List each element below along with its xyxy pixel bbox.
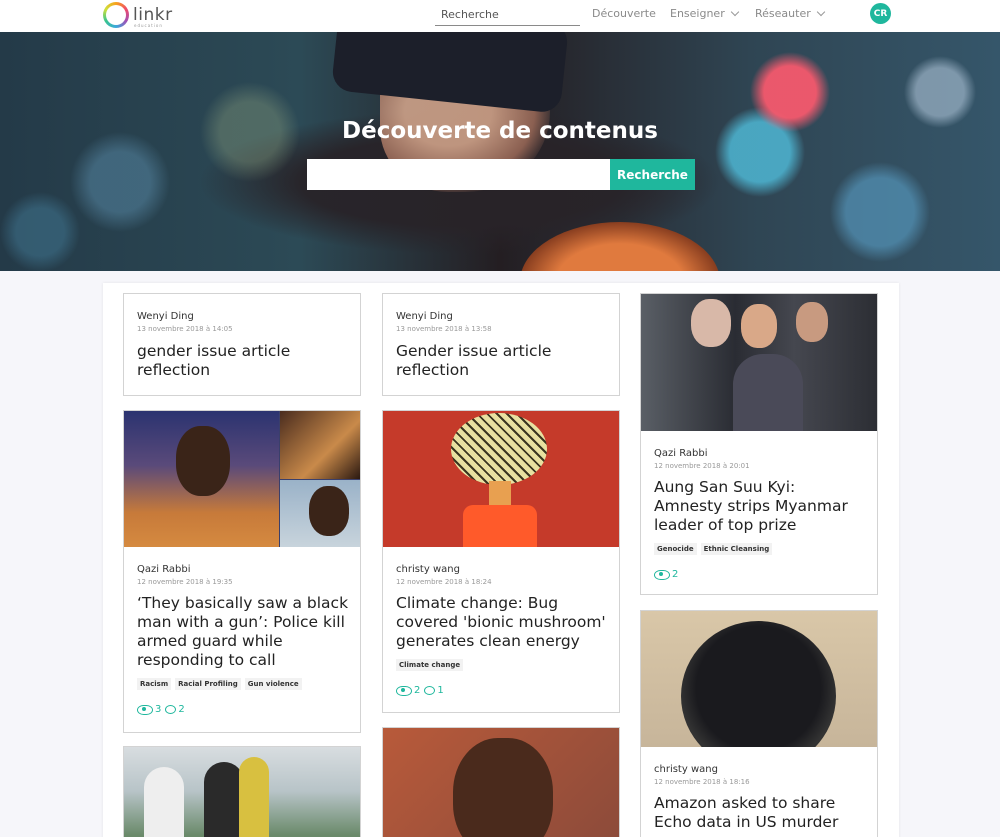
card-title[interactable]: ‘They basically saw a black man with a g… [137, 594, 350, 670]
card-author[interactable]: Qazi Rabbi [654, 448, 708, 459]
card-author[interactable]: Qazi Rabbi [137, 564, 191, 575]
view-count: 3 [155, 704, 162, 715]
card-date: 12 novembre 2018 à 18:24 [396, 578, 492, 586]
content-card[interactable] [382, 727, 620, 837]
logo-subtitle: education [134, 23, 163, 28]
content-card[interactable]: christy wang 12 novembre 2018 à 18:24 Cl… [382, 410, 620, 713]
view-count: 2 [672, 569, 679, 580]
card-title[interactable]: gender issue article reflection [137, 342, 350, 380]
card-thumbnail-image[interactable] [641, 294, 877, 431]
logo-ring-icon [103, 2, 129, 28]
thumbnail-person-shape [204, 762, 244, 837]
user-avatar[interactable]: CR [870, 3, 891, 24]
comment-icon [165, 705, 177, 714]
tag[interactable]: Racism [137, 678, 172, 690]
card-author[interactable]: christy wang [654, 764, 718, 775]
card-thumbnail-image[interactable] [383, 728, 619, 837]
thumbnail-person-shape [691, 299, 731, 347]
card-date: 13 novembre 2018 à 13:58 [396, 325, 492, 333]
eye-icon [396, 685, 412, 696]
thumbnail-person-shape [176, 426, 230, 496]
nav-enseigner-label: Enseigner [670, 7, 725, 20]
hero-shoulder-shape [520, 222, 720, 271]
nav-search-input[interactable] [435, 4, 580, 26]
card-thumbnail-image[interactable] [383, 411, 619, 547]
content-card[interactable]: Wenyi Ding 13 novembre 2018 à 14:05 gend… [123, 293, 361, 396]
nav-decouverte-label: Découverte [592, 7, 656, 20]
card-stats: 3 2 [137, 704, 185, 715]
card-date: 12 novembre 2018 à 20:01 [654, 462, 750, 470]
card-thumbnail-image[interactable] [641, 611, 877, 747]
content-card[interactable] [123, 746, 361, 837]
card-thumbnail-image[interactable] [124, 747, 360, 837]
card-title[interactable]: Aung San Suu Kyi: Amnesty strips Myanmar… [654, 478, 867, 535]
hero-title: Découverte de contenus [342, 118, 658, 144]
card-date: 12 novembre 2018 à 19:35 [137, 578, 233, 586]
card-stats: 2 1 [396, 685, 444, 696]
content-card[interactable]: Qazi Rabbi 12 novembre 2018 à 19:35 ‘The… [123, 410, 361, 733]
view-count: 2 [414, 685, 421, 696]
top-navigation-bar: linkr education Découverte Enseigner Rés… [0, 0, 1000, 32]
tag[interactable]: Ethnic Cleansing [700, 543, 773, 555]
card-author[interactable]: christy wang [396, 564, 460, 575]
eye-icon [654, 569, 670, 580]
comment-count: 1 [437, 685, 444, 696]
card-date: 13 novembre 2018 à 14:05 [137, 325, 233, 333]
eye-icon [137, 704, 153, 715]
linkr-logo[interactable]: linkr education [103, 1, 173, 29]
hero-banner: Découverte de contenus Recherche [0, 32, 1000, 271]
tag[interactable]: Climate change [396, 659, 464, 671]
thumbnail-echo-device-shape [681, 621, 836, 747]
card-title[interactable]: Climate change: Bug covered 'bionic mush… [396, 594, 609, 651]
card-stats: 2 [654, 569, 678, 580]
hero-search-input[interactable] [307, 159, 610, 190]
logo-text: linkr [133, 5, 173, 25]
tag[interactable]: Gun violence [244, 678, 302, 690]
card-thumbnail-image[interactable] [124, 411, 360, 547]
nav-reseauter-menu[interactable]: Réseauter [755, 7, 825, 20]
thumbnail-person-shape [796, 302, 828, 342]
thumbnail-photo-panel [280, 411, 360, 479]
card-title[interactable]: Amazon asked to share Echo data in US mu… [654, 794, 867, 832]
thumbnail-person-shape [453, 738, 553, 837]
tag[interactable]: Genocide [654, 543, 697, 555]
hero-search-button[interactable]: Recherche [610, 159, 695, 190]
content-card[interactable]: Wenyi Ding 13 novembre 2018 à 13:58 Gend… [382, 293, 620, 396]
card-tags: Racism Racial Profiling Gun violence [137, 678, 302, 690]
card-tags: Climate change [396, 659, 464, 671]
thumbnail-person-shape [309, 486, 349, 536]
comment-count: 2 [178, 704, 185, 715]
thumbnail-person-shape [239, 757, 269, 837]
thumbnail-person-shape [741, 304, 777, 348]
card-author[interactable]: Wenyi Ding [137, 311, 194, 322]
comment-icon [424, 686, 436, 695]
card-tags: Genocide Ethnic Cleansing [654, 543, 773, 555]
content-card[interactable]: Qazi Rabbi 12 novembre 2018 à 20:01 Aung… [640, 293, 878, 595]
thumbnail-mushroom-shape [451, 413, 547, 485]
nav-reseauter-label: Réseauter [755, 7, 811, 20]
card-title[interactable]: Gender issue article reflection [396, 342, 609, 380]
thumbnail-person-shape [144, 767, 184, 837]
thumbnail-mushroom-shape [463, 505, 537, 547]
tag[interactable]: Racial Profiling [175, 678, 241, 690]
hero-vr-headset-shape [330, 32, 570, 114]
thumbnail-person-shape [733, 354, 803, 431]
nav-decouverte-link[interactable]: Découverte [592, 7, 656, 20]
nav-enseigner-menu[interactable]: Enseigner [670, 7, 739, 20]
card-author[interactable]: Wenyi Ding [396, 311, 453, 322]
chevron-down-icon [730, 7, 739, 16]
card-date: 12 novembre 2018 à 18:16 [654, 778, 750, 786]
chevron-down-icon [816, 7, 825, 16]
content-card[interactable]: christy wang 12 novembre 2018 à 18:16 Am… [640, 610, 878, 837]
